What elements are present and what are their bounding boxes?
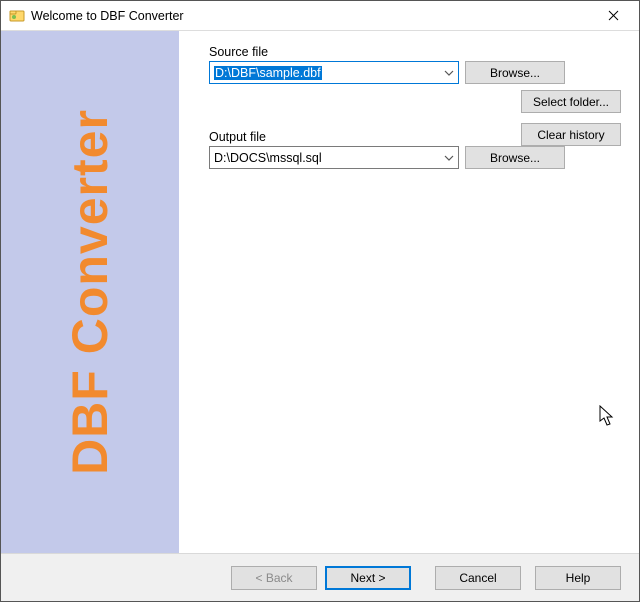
help-button[interactable]: Help bbox=[535, 566, 621, 590]
main-panel: Source file D:\DBF\sample.dbf Browse... … bbox=[179, 31, 639, 553]
wizard-footer: < Back Next > Cancel Help bbox=[1, 553, 639, 601]
cursor-icon bbox=[599, 405, 615, 430]
output-browse-button[interactable]: Browse... bbox=[465, 146, 565, 169]
cancel-button[interactable]: Cancel bbox=[435, 566, 521, 590]
source-browse-button[interactable]: Browse... bbox=[465, 61, 565, 84]
chevron-down-icon bbox=[444, 155, 454, 161]
source-file-label: Source file bbox=[209, 45, 621, 59]
clear-history-button[interactable]: Clear history bbox=[521, 123, 621, 146]
window-title: Welcome to DBF Converter bbox=[31, 9, 593, 23]
wizard-body: DBF Converter Source file D:\DBF\sample.… bbox=[1, 31, 639, 553]
app-icon bbox=[9, 8, 25, 24]
chevron-down-icon bbox=[444, 70, 454, 76]
wizard-window: Welcome to DBF Converter DBF Converter S… bbox=[0, 0, 640, 602]
source-file-combo[interactable]: D:\DBF\sample.dbf bbox=[209, 61, 459, 84]
output-file-combo[interactable]: D:\DOCS\mssql.sql bbox=[209, 146, 459, 169]
titlebar: Welcome to DBF Converter bbox=[1, 1, 639, 31]
select-folder-button[interactable]: Select folder... bbox=[521, 90, 621, 113]
source-file-value: D:\DBF\sample.dbf bbox=[214, 66, 322, 80]
close-button[interactable] bbox=[593, 2, 633, 30]
sidebar-banner: DBF Converter bbox=[1, 31, 179, 553]
next-button[interactable]: Next > bbox=[325, 566, 411, 590]
output-file-value: D:\DOCS\mssql.sql bbox=[214, 151, 322, 165]
brand-text: DBF Converter bbox=[61, 109, 119, 475]
back-button: < Back bbox=[231, 566, 317, 590]
